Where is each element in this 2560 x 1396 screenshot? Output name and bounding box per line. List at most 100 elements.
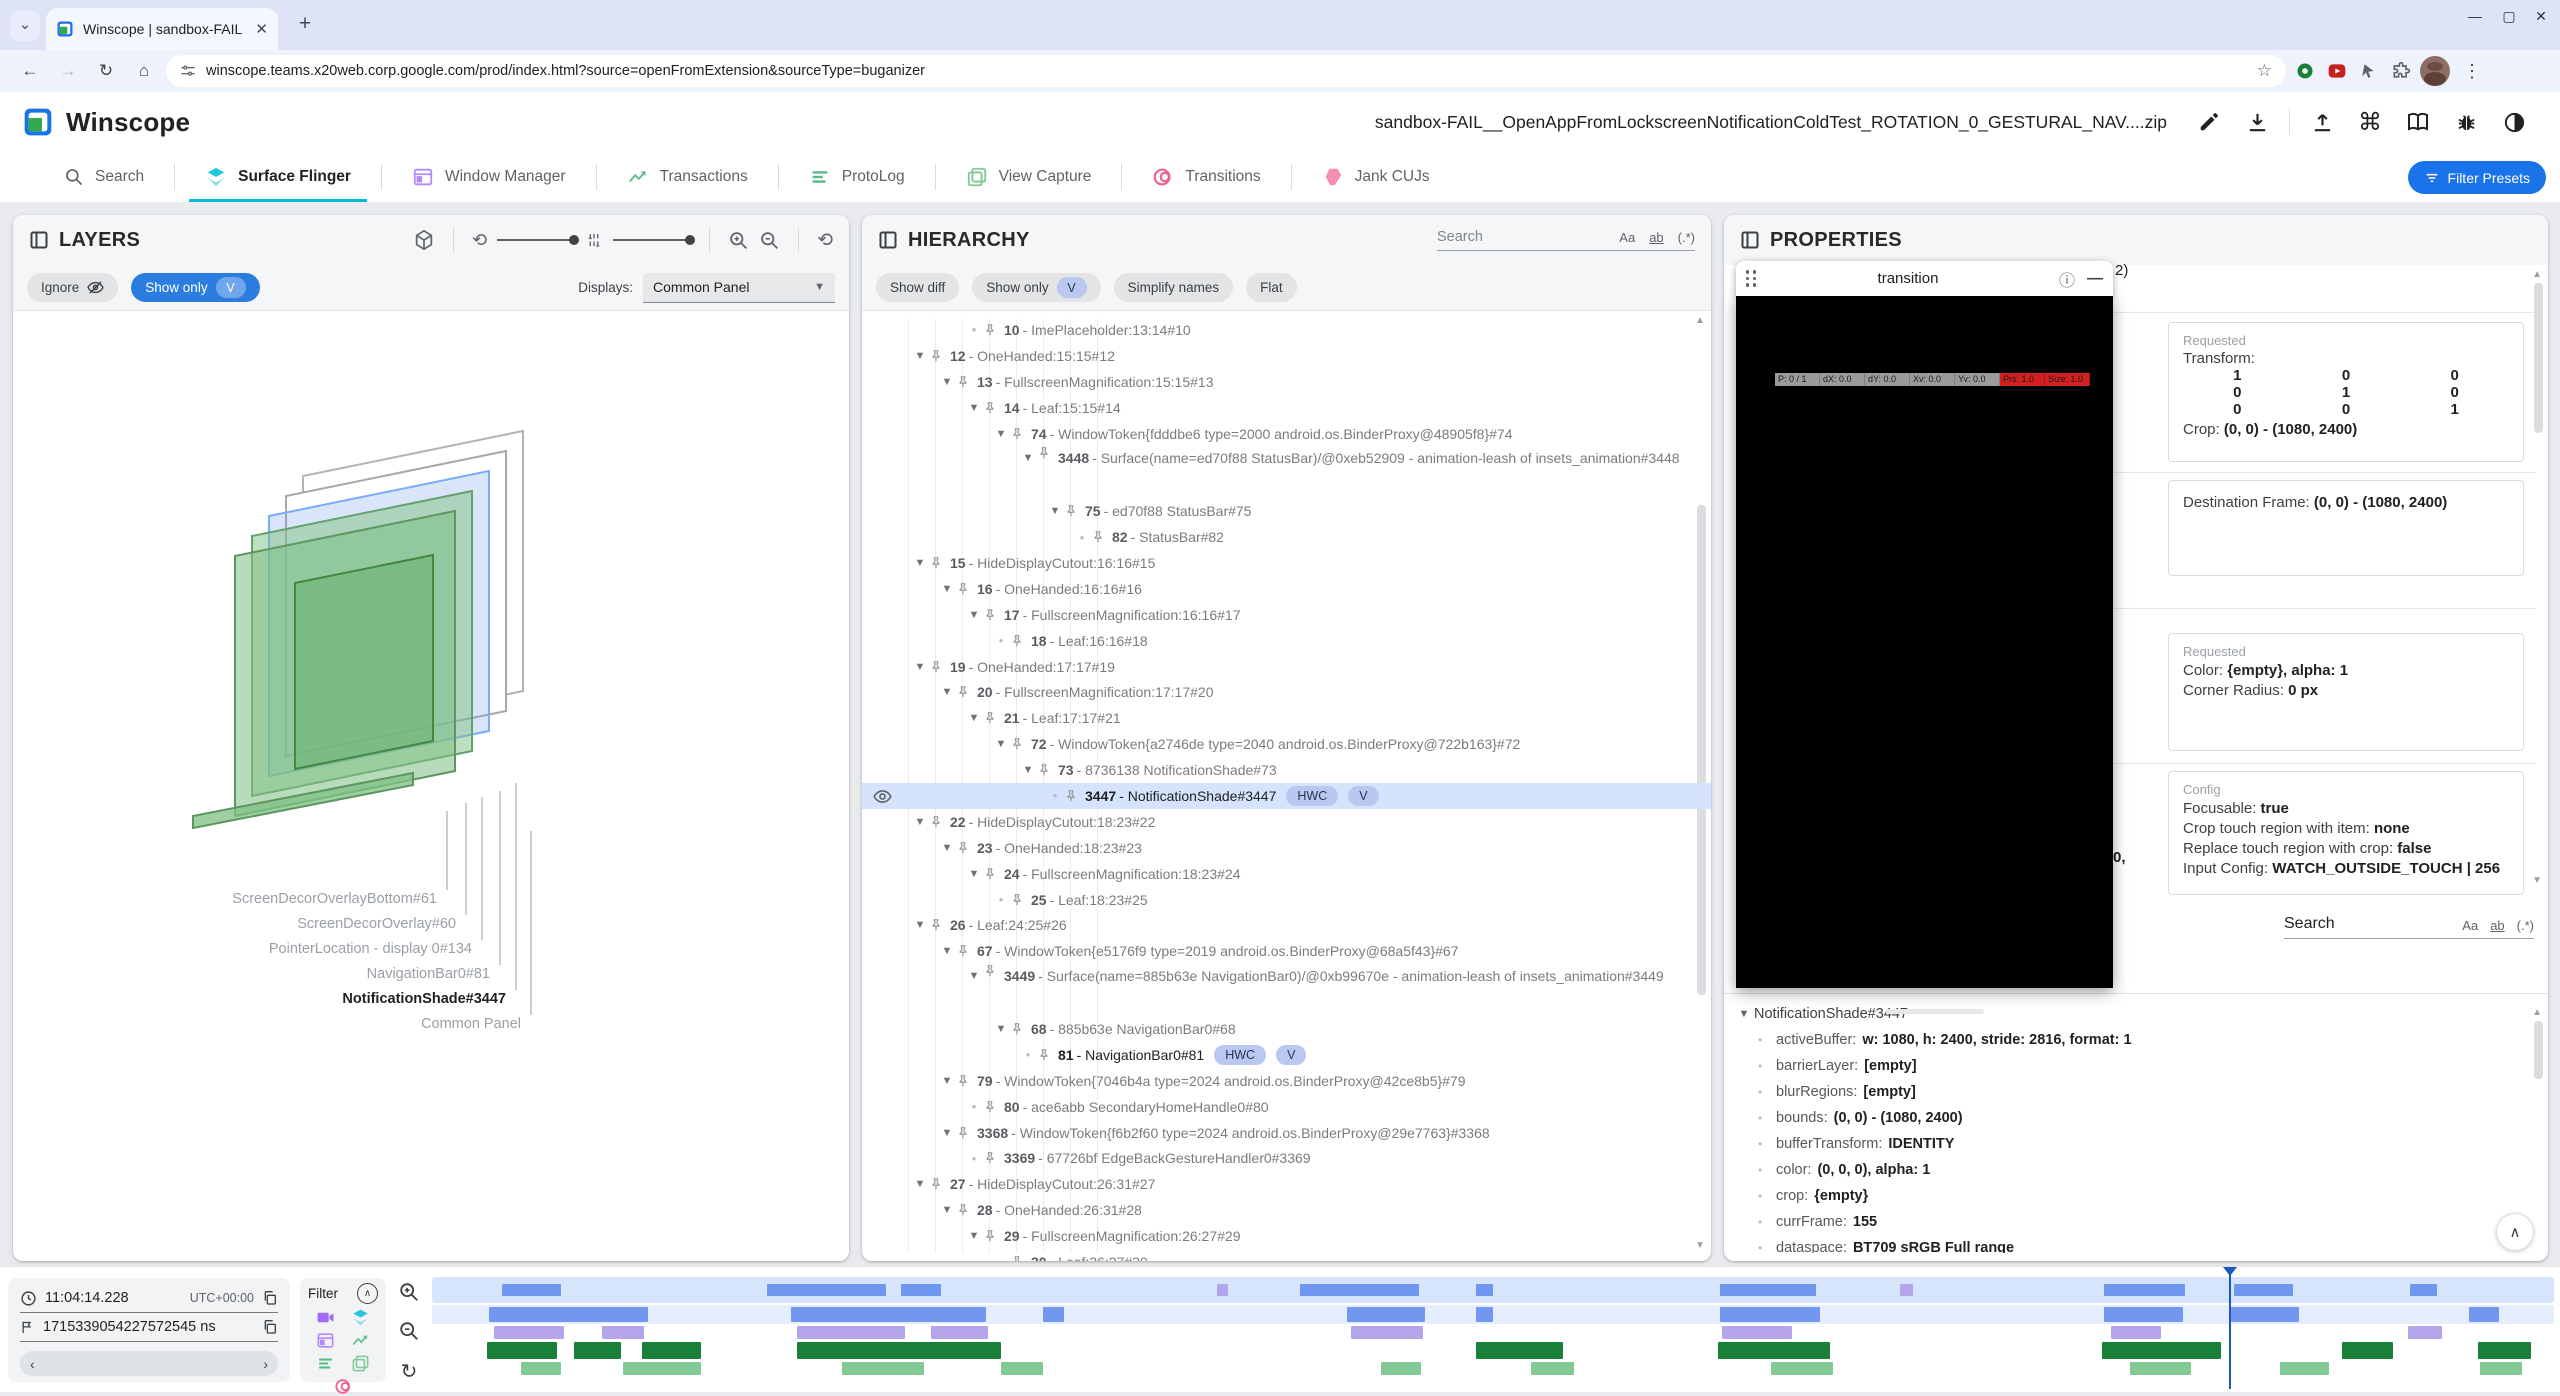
surface-flinger-event[interactable] xyxy=(489,1307,648,1322)
window-manager-event[interactable] xyxy=(797,1342,1001,1359)
hierarchy-tree-row[interactable]: ▼ 27 - HideDisplayCutout:26:31#27 xyxy=(862,1171,1711,1197)
scroll-up-icon[interactable]: ▲ xyxy=(2532,1007,2542,1018)
hierarchy-tree-row[interactable]: ▼ 72 - WindowToken{a2746de type=2040 and… xyxy=(862,731,1711,757)
minimize-icon[interactable]: — xyxy=(2087,270,2103,288)
overlay-header[interactable]: transition ⓘ — xyxy=(1736,261,2113,296)
nav-tab-surface-flinger[interactable]: Surface Flinger xyxy=(175,152,381,202)
hierarchy-tree-row[interactable]: • 82 - StatusBar#82 xyxy=(862,524,1711,550)
pin-icon[interactable] xyxy=(956,685,973,699)
pin-icon[interactable] xyxy=(929,1177,946,1191)
layer-label[interactable]: NotificationShade#3447 xyxy=(342,991,506,1007)
hierarchy-tree-row[interactable]: ▼ 13 - FullscreenMagnification:15:15#13 xyxy=(862,369,1711,395)
expander-icon[interactable]: • xyxy=(965,322,983,337)
collapse-panel-button[interactable]: ∧ xyxy=(2496,1213,2534,1251)
layer-label[interactable]: PointerLocation - display 0#134 xyxy=(269,941,472,957)
pin-icon[interactable] xyxy=(1037,763,1054,777)
transactions-event[interactable] xyxy=(931,1326,988,1339)
hierarchy-tree-row[interactable]: ▼ 3448 - Surface(name=ed70f88 StatusBar)… xyxy=(862,446,1711,498)
property-item[interactable]: • activeBuffer: w: 1080, h: 2400, stride… xyxy=(1734,1027,2524,1053)
pin-icon[interactable] xyxy=(1064,789,1081,803)
back-button[interactable]: ← xyxy=(14,55,46,87)
upload-icon[interactable] xyxy=(2309,109,2335,135)
match-word-toggle[interactable]: ab xyxy=(1649,230,1663,245)
expander-icon[interactable]: • xyxy=(1019,1047,1037,1062)
hierarchy-tree-row[interactable]: ▼ 73 - 8736138 NotificationShade#73 xyxy=(862,757,1711,783)
hierarchy-tree-row[interactable]: • 80 - ace6abb SecondaryHomeHandle0#80 xyxy=(862,1094,1711,1120)
pin-icon[interactable] xyxy=(1037,446,1054,460)
bookmark-star-icon[interactable]: ☆ xyxy=(2257,61,2272,81)
window-manager-event[interactable] xyxy=(1718,1342,1830,1359)
timeline-tracks[interactable] xyxy=(432,1305,2554,1385)
expander-icon[interactable]: ▼ xyxy=(938,1127,956,1139)
reload-button[interactable]: ↻ xyxy=(90,55,122,87)
profile-avatar[interactable] xyxy=(2420,56,2450,86)
property-item[interactable]: • crop: {empty} xyxy=(1734,1183,2524,1209)
match-case-toggle[interactable]: Aa xyxy=(1619,230,1635,245)
pin-icon[interactable] xyxy=(929,349,946,363)
pin-icon[interactable] xyxy=(1010,1022,1027,1036)
expander-icon[interactable]: ▼ xyxy=(911,919,929,931)
hierarchy-tree-row[interactable]: • 81 - NavigationBar0#81 HWCV xyxy=(862,1042,1711,1068)
frame-step-control[interactable]: ‹› xyxy=(20,1351,278,1376)
flat-chip[interactable]: Flat xyxy=(1246,273,1297,302)
window-manager-event[interactable] xyxy=(574,1342,621,1359)
hierarchy-tree-row[interactable]: • 18 - Leaf:16:16#18 xyxy=(862,628,1711,654)
transactions-event[interactable] xyxy=(494,1326,564,1339)
extension-icon-cursor[interactable] xyxy=(2356,58,2382,84)
hierarchy-tree-row[interactable]: ▼ 28 - OneHanded:26:31#28 xyxy=(862,1197,1711,1223)
match-word-toggle[interactable]: ab xyxy=(2490,918,2504,933)
protolog-event[interactable] xyxy=(2280,1362,2329,1375)
zoom-out-icon[interactable] xyxy=(759,230,780,251)
transactions-event[interactable] xyxy=(1722,1326,1792,1339)
properties-search[interactable]: Search Aa ab (.*) xyxy=(2284,915,2534,939)
timeline-zoom-in-icon[interactable] xyxy=(398,1281,420,1303)
filter-presets-button[interactable]: Filter Presets xyxy=(2408,161,2546,194)
hierarchy-tree-row[interactable]: ▼ 67 - WindowToken{e5176f9 type=2019 and… xyxy=(862,938,1711,964)
properties-tree-sc rollbar[interactable] xyxy=(2534,1021,2543,1079)
hierarchy-tree-row[interactable]: • 3369 - 67726bf EdgeBackGestureHandler0… xyxy=(862,1146,1711,1172)
pin-icon[interactable] xyxy=(956,1126,973,1140)
timeline-minimap[interactable] xyxy=(432,1277,2554,1303)
pin-icon[interactable] xyxy=(1091,530,1108,544)
simplify-names-chip[interactable]: Simplify names xyxy=(1114,273,1234,302)
nav-tab-protolog[interactable]: ProtoLog xyxy=(779,152,935,202)
shortcuts-icon[interactable]: ⌘ xyxy=(2357,109,2383,135)
hierarchy-tree-row[interactable]: ▼ 21 - Leaf:17:17#21 xyxy=(862,705,1711,731)
expander-icon[interactable]: ▼ xyxy=(911,1178,929,1190)
nav-tab-search[interactable]: Search xyxy=(34,152,174,202)
transactions-event[interactable] xyxy=(2111,1326,2162,1339)
window-manager-event[interactable] xyxy=(1476,1342,1563,1359)
expander-icon[interactable]: ▼ xyxy=(1046,505,1064,517)
extension-icon-green[interactable] xyxy=(2292,58,2318,84)
window-manager-trace-icon[interactable] xyxy=(316,1331,335,1350)
screen-recording-trace-icon[interactable] xyxy=(316,1308,335,1327)
hierarchy-tree-row[interactable]: • 3447 - NotificationShade#3447 HWCV xyxy=(862,783,1711,809)
surface-flinger-trace-icon[interactable] xyxy=(351,1308,370,1327)
pin-icon[interactable] xyxy=(983,867,1000,881)
new-tab-button[interactable]: + xyxy=(292,12,318,36)
home-button[interactable]: ⌂ xyxy=(128,55,160,87)
pin-icon[interactable] xyxy=(1010,1255,1027,1261)
hierarchy-search[interactable]: Search Aa ab (.*) xyxy=(1437,229,1695,251)
expander-icon[interactable]: ▼ xyxy=(992,738,1010,750)
browser-menu-icon[interactable]: ⋮ xyxy=(2456,55,2488,87)
expander-icon[interactable]: ▼ xyxy=(938,1075,956,1087)
expander-icon[interactable]: ▼ xyxy=(938,1204,956,1216)
protolog-event[interactable] xyxy=(1381,1362,1421,1375)
nav-tab-transitions[interactable]: Transitions xyxy=(1122,152,1290,202)
hierarchy-tree-row[interactable]: • 30 - Leaf:26:27#30 xyxy=(862,1249,1711,1261)
pin-icon[interactable] xyxy=(956,944,973,958)
hierarchy-tree-row[interactable]: ▼ 3368 - WindowToken{f6b2f60 type=2024 a… xyxy=(862,1120,1711,1146)
pin-icon[interactable] xyxy=(983,608,1000,622)
property-item[interactable]: • bufferTransform: IDENTITY xyxy=(1734,1131,2524,1157)
expander-icon[interactable]: ▼ xyxy=(911,557,929,569)
expander-icon[interactable]: ▼ xyxy=(938,376,956,388)
displays-select[interactable]: Common Panel ▼ xyxy=(643,273,835,303)
pin-icon[interactable] xyxy=(1010,893,1027,907)
copy-icon[interactable] xyxy=(262,1319,278,1335)
protolog-event[interactable] xyxy=(521,1362,561,1375)
hierarchy-tree-row[interactable]: ▼ 3449 - Surface(name=885b63e Navigation… xyxy=(862,964,1711,1016)
hierarchy-tree-row[interactable]: ▼ 29 - FullscreenMagnification:26:27#29 xyxy=(862,1223,1711,1249)
property-item[interactable]: • currFrame: 155 xyxy=(1734,1209,2524,1235)
tab-search-button[interactable]: ⌄ xyxy=(10,11,40,41)
